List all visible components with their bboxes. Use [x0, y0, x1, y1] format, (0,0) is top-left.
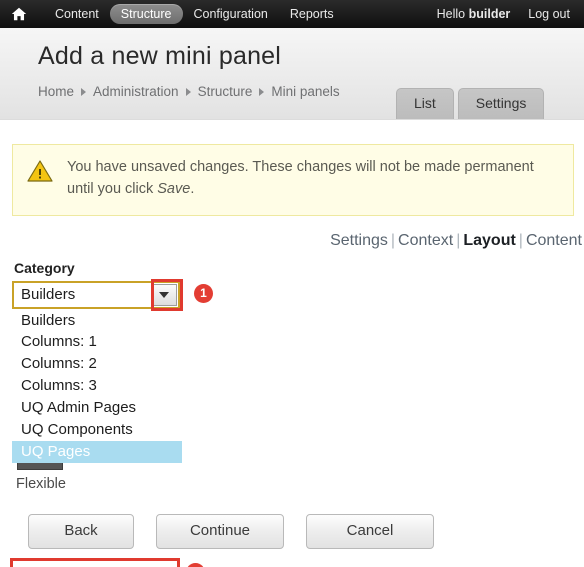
- category-select[interactable]: Builders: [12, 280, 180, 309]
- page-tabs: List Settings: [396, 88, 545, 119]
- wizard-steps: Settings | Context | Layout | Content: [0, 216, 584, 250]
- warning-emphasis: Save: [157, 180, 191, 197]
- toolbar-nav: Content Structure Configuration Reports: [44, 3, 345, 25]
- warning-text-after: .: [190, 180, 195, 197]
- cancel-button[interactable]: Cancel: [306, 514, 434, 549]
- home-icon[interactable]: [10, 5, 28, 23]
- toolbar-link-reports[interactable]: Reports: [279, 4, 345, 25]
- select-scroll-nub[interactable]: [17, 463, 63, 471]
- step-context[interactable]: Context: [398, 232, 453, 249]
- step-settings[interactable]: Settings: [330, 232, 388, 249]
- breadcrumb-item-structure[interactable]: Structure: [198, 84, 253, 99]
- page-title: Add a new mini panel: [38, 42, 282, 70]
- step-separator: |: [518, 231, 523, 249]
- warning-triangle-icon: [27, 159, 53, 183]
- main-content: You have unsaved changes. These changes …: [0, 144, 584, 567]
- category-select-wrap: Builders 1: [12, 278, 213, 311]
- breadcrumb: Home Administration Structure Mini panel…: [38, 84, 340, 99]
- chevron-down-icon: [159, 291, 169, 298]
- toolbar-link-configuration[interactable]: Configuration: [183, 4, 279, 25]
- breadcrumb-item-mini-panels[interactable]: Mini panels: [271, 84, 339, 99]
- option-columns-3[interactable]: Columns: 3: [12, 375, 182, 397]
- dropdown-arrow-button[interactable]: [151, 283, 177, 306]
- warning-message: You have unsaved changes. These changes …: [67, 157, 559, 201]
- greeting-prefix: Hello: [436, 7, 469, 21]
- step-layout[interactable]: Layout: [463, 232, 515, 249]
- tab-list[interactable]: List: [396, 88, 454, 119]
- toolbar-link-structure[interactable]: Structure: [109, 3, 183, 25]
- chevron-right-icon: [185, 87, 191, 96]
- category-select-value: Builders: [21, 286, 76, 303]
- option-uq-components[interactable]: UQ Components: [12, 419, 182, 441]
- back-button[interactable]: Back: [28, 514, 134, 549]
- toolbar-link-content[interactable]: Content: [44, 4, 110, 25]
- option-columns-2[interactable]: Columns: 2: [12, 353, 182, 375]
- breadcrumb-item-administration[interactable]: Administration: [93, 84, 179, 99]
- chevron-right-icon: [259, 87, 265, 96]
- annotation-box-2: [10, 557, 180, 567]
- category-option-list[interactable]: Builders Columns: 1 Columns: 2 Columns: …: [12, 309, 182, 464]
- option-builders[interactable]: Builders: [12, 310, 182, 332]
- form-actions: Back Continue Cancel: [12, 492, 584, 549]
- layout-form: Category Builders 1 Builders Columns: 1 …: [0, 250, 584, 567]
- breadcrumb-item-home[interactable]: Home: [38, 84, 74, 99]
- toolbar-user-area: Hello builder Log out: [437, 7, 570, 21]
- user-greeting: Hello builder: [437, 7, 511, 21]
- option-uq-pages[interactable]: UQ Pages: [12, 441, 182, 464]
- step-separator: |: [456, 231, 461, 249]
- continue-button[interactable]: Continue: [156, 514, 284, 549]
- annotation-badge-2: 2: [186, 562, 205, 567]
- warning-text-before: You have unsaved changes. These changes …: [67, 159, 534, 197]
- step-separator: |: [390, 231, 396, 249]
- user-name: builder: [468, 7, 511, 21]
- page-header: Add a new mini panel Home Administration…: [0, 28, 584, 120]
- unsaved-changes-warning: You have unsaved changes. These changes …: [12, 144, 574, 216]
- logout-link[interactable]: Log out: [528, 7, 570, 21]
- admin-toolbar: Content Structure Configuration Reports …: [0, 0, 584, 28]
- category-label: Category: [14, 259, 75, 276]
- tab-settings[interactable]: Settings: [457, 88, 545, 119]
- step-content[interactable]: Content: [526, 232, 582, 249]
- chevron-right-icon: [81, 87, 87, 96]
- option-columns-1[interactable]: Columns: 1: [12, 331, 182, 353]
- option-uq-admin-pages[interactable]: UQ Admin Pages: [12, 397, 182, 419]
- flexible-label: Flexible: [16, 476, 66, 493]
- annotation-badge-1: 1: [194, 283, 213, 303]
